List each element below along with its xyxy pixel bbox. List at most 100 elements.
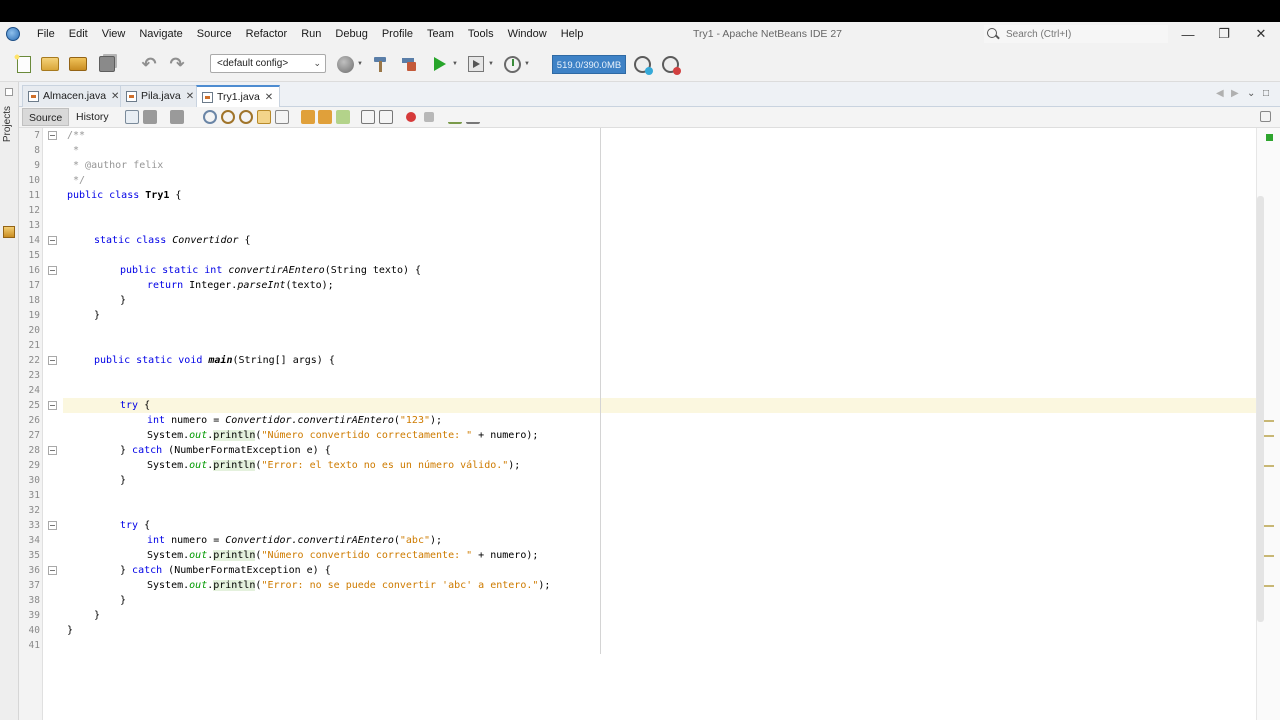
dropdown-arrow-icon: ▼ [524, 61, 530, 67]
search-input[interactable] [1006, 28, 1156, 40]
search-box[interactable] [984, 25, 1168, 43]
find-prev-icon[interactable] [221, 110, 235, 124]
source-tab[interactable]: Source [22, 108, 70, 126]
menu-tools[interactable]: Tools [461, 22, 501, 46]
code-text: numero = [165, 535, 226, 546]
close-icon[interactable]: ✕ [265, 92, 273, 103]
minimize-button[interactable]: — [1170, 22, 1206, 46]
next-bookmark-icon[interactable] [318, 110, 332, 124]
code-line: } catch (NumberFormatException e) { [120, 563, 331, 578]
stop-profiler-button[interactable] [660, 54, 681, 75]
stop-macro-icon[interactable] [424, 112, 434, 122]
menu-team[interactable]: Team [420, 22, 461, 46]
code-line: /** [67, 130, 86, 141]
class-name: Try1 [145, 190, 170, 201]
code-line: int numero = Convertidor.convertirAEnter… [147, 413, 442, 428]
annotation-mark[interactable] [1264, 420, 1274, 422]
debug-button[interactable]: ▼ [466, 54, 494, 74]
fold-toggle-icon[interactable] [48, 566, 57, 575]
minimize-panel-icon[interactable] [5, 88, 13, 96]
menu-file[interactable]: File [30, 22, 62, 46]
tab-try1[interactable]: Try1.java ✕ [196, 85, 281, 108]
annotation-mark[interactable] [1264, 465, 1274, 467]
fold-toggle-icon[interactable] [48, 401, 57, 410]
menu-run[interactable]: Run [294, 22, 328, 46]
close-icon[interactable]: ✕ [186, 91, 194, 102]
comment-icon[interactable] [448, 110, 462, 124]
projects-icon[interactable] [3, 226, 15, 238]
gc-button[interactable] [632, 54, 653, 75]
menu-profile[interactable]: Profile [375, 22, 420, 46]
forward-icon[interactable] [170, 110, 184, 124]
back-icon[interactable] [143, 110, 157, 124]
history-tab[interactable]: History [70, 108, 115, 126]
new-file-button[interactable] [13, 52, 34, 74]
hammer-icon [372, 56, 388, 72]
build-button[interactable] [370, 54, 390, 74]
rect-select-icon[interactable] [275, 110, 289, 124]
run-button[interactable]: ▼ [430, 54, 458, 74]
new-project-button[interactable] [40, 54, 60, 74]
config-select[interactable]: <default config> ⌄ [210, 54, 326, 73]
menu-refactor[interactable]: Refactor [239, 22, 295, 46]
tab-almacen[interactable]: Almacen.java ✕ [22, 85, 127, 107]
open-project-button[interactable] [68, 54, 88, 74]
redo-button[interactable]: ↷ [167, 54, 187, 74]
save-all-button[interactable] [97, 54, 117, 74]
shift-right-icon[interactable] [379, 110, 393, 124]
fold-toggle-icon[interactable] [48, 131, 57, 140]
undo-button[interactable]: ↶ [139, 54, 159, 74]
close-icon[interactable]: ✕ [111, 91, 119, 102]
fold-toggle-icon[interactable] [48, 356, 57, 365]
annotation-mark[interactable] [1264, 525, 1274, 527]
prev-bookmark-icon[interactable] [301, 110, 315, 124]
browser-button[interactable]: ▼ [335, 54, 363, 74]
code-line: } [94, 610, 101, 621]
menu-navigate[interactable]: Navigate [132, 22, 189, 46]
projects-panel-tab[interactable]: Projects [2, 106, 13, 142]
uncomment-icon[interactable] [466, 110, 480, 124]
annotation-mark[interactable] [1264, 555, 1274, 557]
code-text: Integer. [189, 280, 238, 291]
fold-toggle-icon[interactable] [48, 521, 57, 530]
fold-toggle-icon[interactable] [48, 236, 57, 245]
tab-scroll-right-icon[interactable]: ▶ [1231, 88, 1239, 99]
menu-view[interactable]: View [95, 22, 133, 46]
vertical-scrollbar[interactable] [1257, 196, 1264, 622]
maximize-editor-icon[interactable]: □ [1263, 88, 1269, 99]
memory-indicator[interactable]: 519.0/390.0MB [552, 55, 626, 74]
split-editor-icon[interactable] [1260, 111, 1271, 122]
field-name: out [189, 460, 208, 471]
menu-source[interactable]: Source [190, 22, 239, 46]
line-number: 22 [28, 355, 40, 366]
close-window-button[interactable]: ✕ [1243, 22, 1279, 46]
shift-left-icon[interactable] [361, 110, 375, 124]
tab-pila[interactable]: Pila.java ✕ [120, 85, 202, 107]
menu-edit[interactable]: Edit [62, 22, 95, 46]
clean-build-button[interactable] [399, 54, 419, 74]
annotation-mark[interactable] [1264, 585, 1274, 587]
dropdown-arrow-icon: ▼ [488, 61, 494, 67]
find-icon[interactable] [203, 110, 217, 124]
menu-debug[interactable]: Debug [328, 22, 374, 46]
menu-help[interactable]: Help [554, 22, 591, 46]
menu-window[interactable]: Window [501, 22, 554, 46]
fold-column [43, 128, 63, 720]
code-line: } catch (NumberFormatException e) { [120, 443, 331, 458]
run-icon [434, 57, 446, 71]
maximize-button[interactable]: ❐ [1206, 22, 1242, 46]
profile-button[interactable]: ▼ [502, 54, 530, 74]
start-macro-icon[interactable] [406, 112, 416, 122]
fold-toggle-icon[interactable] [48, 446, 57, 455]
find-next-icon[interactable] [239, 110, 253, 124]
line-number: 25 [28, 400, 40, 411]
toggle-highlight-icon[interactable] [257, 110, 271, 124]
fold-toggle-icon[interactable] [48, 266, 57, 275]
tab-scroll-left-icon[interactable]: ◀ [1216, 88, 1224, 99]
toggle-bookmark-icon[interactable] [336, 110, 350, 124]
last-edit-icon[interactable] [125, 110, 139, 124]
tab-list-icon[interactable]: ⌄ [1247, 88, 1255, 99]
line-number: 37 [28, 580, 40, 591]
config-select-value: <default config> [217, 58, 289, 69]
annotation-mark[interactable] [1264, 435, 1274, 437]
